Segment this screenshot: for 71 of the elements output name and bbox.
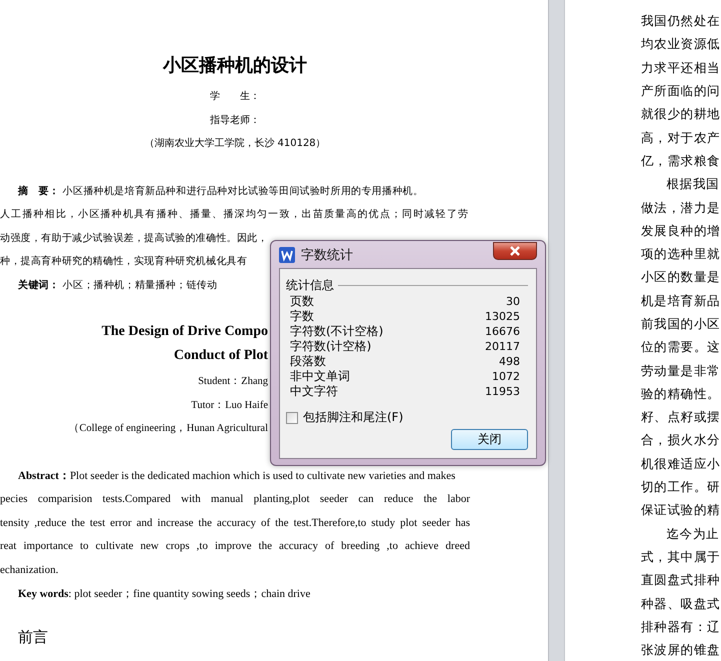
paragraph-line: 均农业资源低 xyxy=(641,36,720,54)
stat-label: 非中文单词 xyxy=(290,368,350,384)
stat-label: 字数 xyxy=(290,308,314,324)
paragraph-line: 产所面临的问 xyxy=(641,83,720,100)
stat-value: 13025 xyxy=(485,310,520,323)
author-line: 学 生： xyxy=(210,90,260,104)
author-line: （College of engineering，Hunan Agricultural xyxy=(68,422,268,436)
section-heading: 前言 xyxy=(18,628,48,646)
paragraph-line: 直圆盘式排种 xyxy=(641,572,720,590)
stat-value: 16676 xyxy=(485,325,520,338)
dialog-title: 字数统计 xyxy=(301,246,354,264)
paragraph-line: 前我国的小区 xyxy=(641,316,720,333)
paragraph-line: 种器、吸盘式 xyxy=(641,596,720,613)
stat-label: 字符数(计空格) xyxy=(290,338,372,355)
paragraph-line: 验的精确性。 xyxy=(641,386,720,403)
paragraph-line: 张波屏的锥盘 xyxy=(641,642,720,660)
author-line: 指导老师： xyxy=(210,114,260,127)
author-line: Tutor：Luo Haife xyxy=(191,398,268,412)
stat-label: 字符数(不计空格) xyxy=(290,323,384,340)
paragraph-line: 机是培育新品 xyxy=(641,292,720,310)
paragraph-line: 高，对于农产 xyxy=(641,130,720,147)
paragraph-line: 就很少的耕地 xyxy=(641,106,720,124)
paragraph-line: 合，损火水分 xyxy=(641,432,720,450)
paragraph-line: 项的选种里就 xyxy=(641,246,720,264)
paragraph-line: 保证试验的精 xyxy=(641,502,720,520)
paragraph-line: 摘 要： 小区播种机是培育新品种和进行品种对比试验等田间试验时所用的专用播种机。 xyxy=(18,184,424,198)
paragraph-line: 我国仍然处在 xyxy=(641,13,720,30)
paragraph-line: 力求平还相当 xyxy=(641,60,720,77)
paragraph-line: pecies comparision tests.Compared with manual planting,plot seeder can reduce the labor xyxy=(0,493,470,506)
stat-label: 页数 xyxy=(290,293,314,310)
app-logo-icon xyxy=(279,246,295,262)
paragraph-line: 机很难适应小 xyxy=(641,456,720,473)
paragraph-line: 小区的数量是 xyxy=(641,269,720,286)
paragraph-line: 关键词： 小区；播种机；精量播种；链传动 xyxy=(18,278,218,292)
paragraph-line: 动强度，有助于减少试验误差，提高试验的准确性。因此， xyxy=(0,232,268,245)
paragraph-line: reat importance to cultivate new crops ,to improve the accuracy of breeding ,to achieve dreed xyxy=(0,540,470,552)
close-button[interactable]: 关闭 xyxy=(451,429,528,450)
paragraph-line: 籽、点籽或摆 xyxy=(641,409,720,426)
paragraph-line: 切的工作。研 xyxy=(641,479,720,496)
stat-value: 1072 xyxy=(492,370,520,383)
paragraph-line: Abstract：Plot seeder is the dedicated machion which is used to cultivate new varieties and makes xyxy=(18,469,456,484)
document-title: 小区播种机的设计 xyxy=(163,54,307,77)
paragraph-line: 式，其中属于 xyxy=(641,548,720,566)
paragraph-line: 种，提高育种研究的精确性，实现育种研究机械化具有 xyxy=(0,254,248,268)
author-line: （湖南农业大学工学院，长沙 410128） xyxy=(144,136,326,150)
stat-value: 30 xyxy=(506,295,520,308)
close-icon xyxy=(509,246,521,256)
stat-label: 中文字符 xyxy=(290,383,338,400)
paragraph-line: 人工播种相比，小区播种机具有播种、播量、播深均匀一致，出苗质量高的优点；同时减轻了劳 xyxy=(0,208,468,222)
paragraph-line: 根据我国 xyxy=(666,176,720,194)
close-button[interactable] xyxy=(493,242,537,260)
paragraph-line: 位的需要。这 xyxy=(641,339,720,356)
paragraph-line: 亿，需求粮食 xyxy=(641,152,720,170)
author-line: Student：Zhang xyxy=(198,375,268,388)
english-title: Conduct of Plot xyxy=(174,348,268,364)
checkbox-label: 包括脚注和尾注(F) xyxy=(303,409,404,426)
paragraph-line: Key words: plot seeder；fine quantity sowing seeds；chain drive xyxy=(18,586,310,601)
checkbox[interactable] xyxy=(286,412,298,424)
paragraph-line: 排种器有：辽 xyxy=(641,618,720,636)
paragraph-line: tensity ,reduce the test error and increase the accuracy of the test.Therefore,to study plot seeder has xyxy=(0,516,470,529)
group-label: 统计信息 xyxy=(286,277,334,294)
paragraph-line: echanization. xyxy=(0,564,58,576)
paragraph-line: 劳动量是非常 xyxy=(641,362,720,380)
stat-value: 20117 xyxy=(485,340,520,353)
stat-value: 498 xyxy=(499,355,520,368)
paragraph-line: 迄今为止 xyxy=(666,526,720,543)
paragraph-line: 做法，潜力是 xyxy=(641,200,720,217)
stat-value: 11953 xyxy=(485,385,520,398)
paragraph-line: 发展良种的增 xyxy=(641,222,720,240)
stat-label: 段落数 xyxy=(290,353,326,370)
english-title: The Design of Drive Compo xyxy=(102,324,268,340)
